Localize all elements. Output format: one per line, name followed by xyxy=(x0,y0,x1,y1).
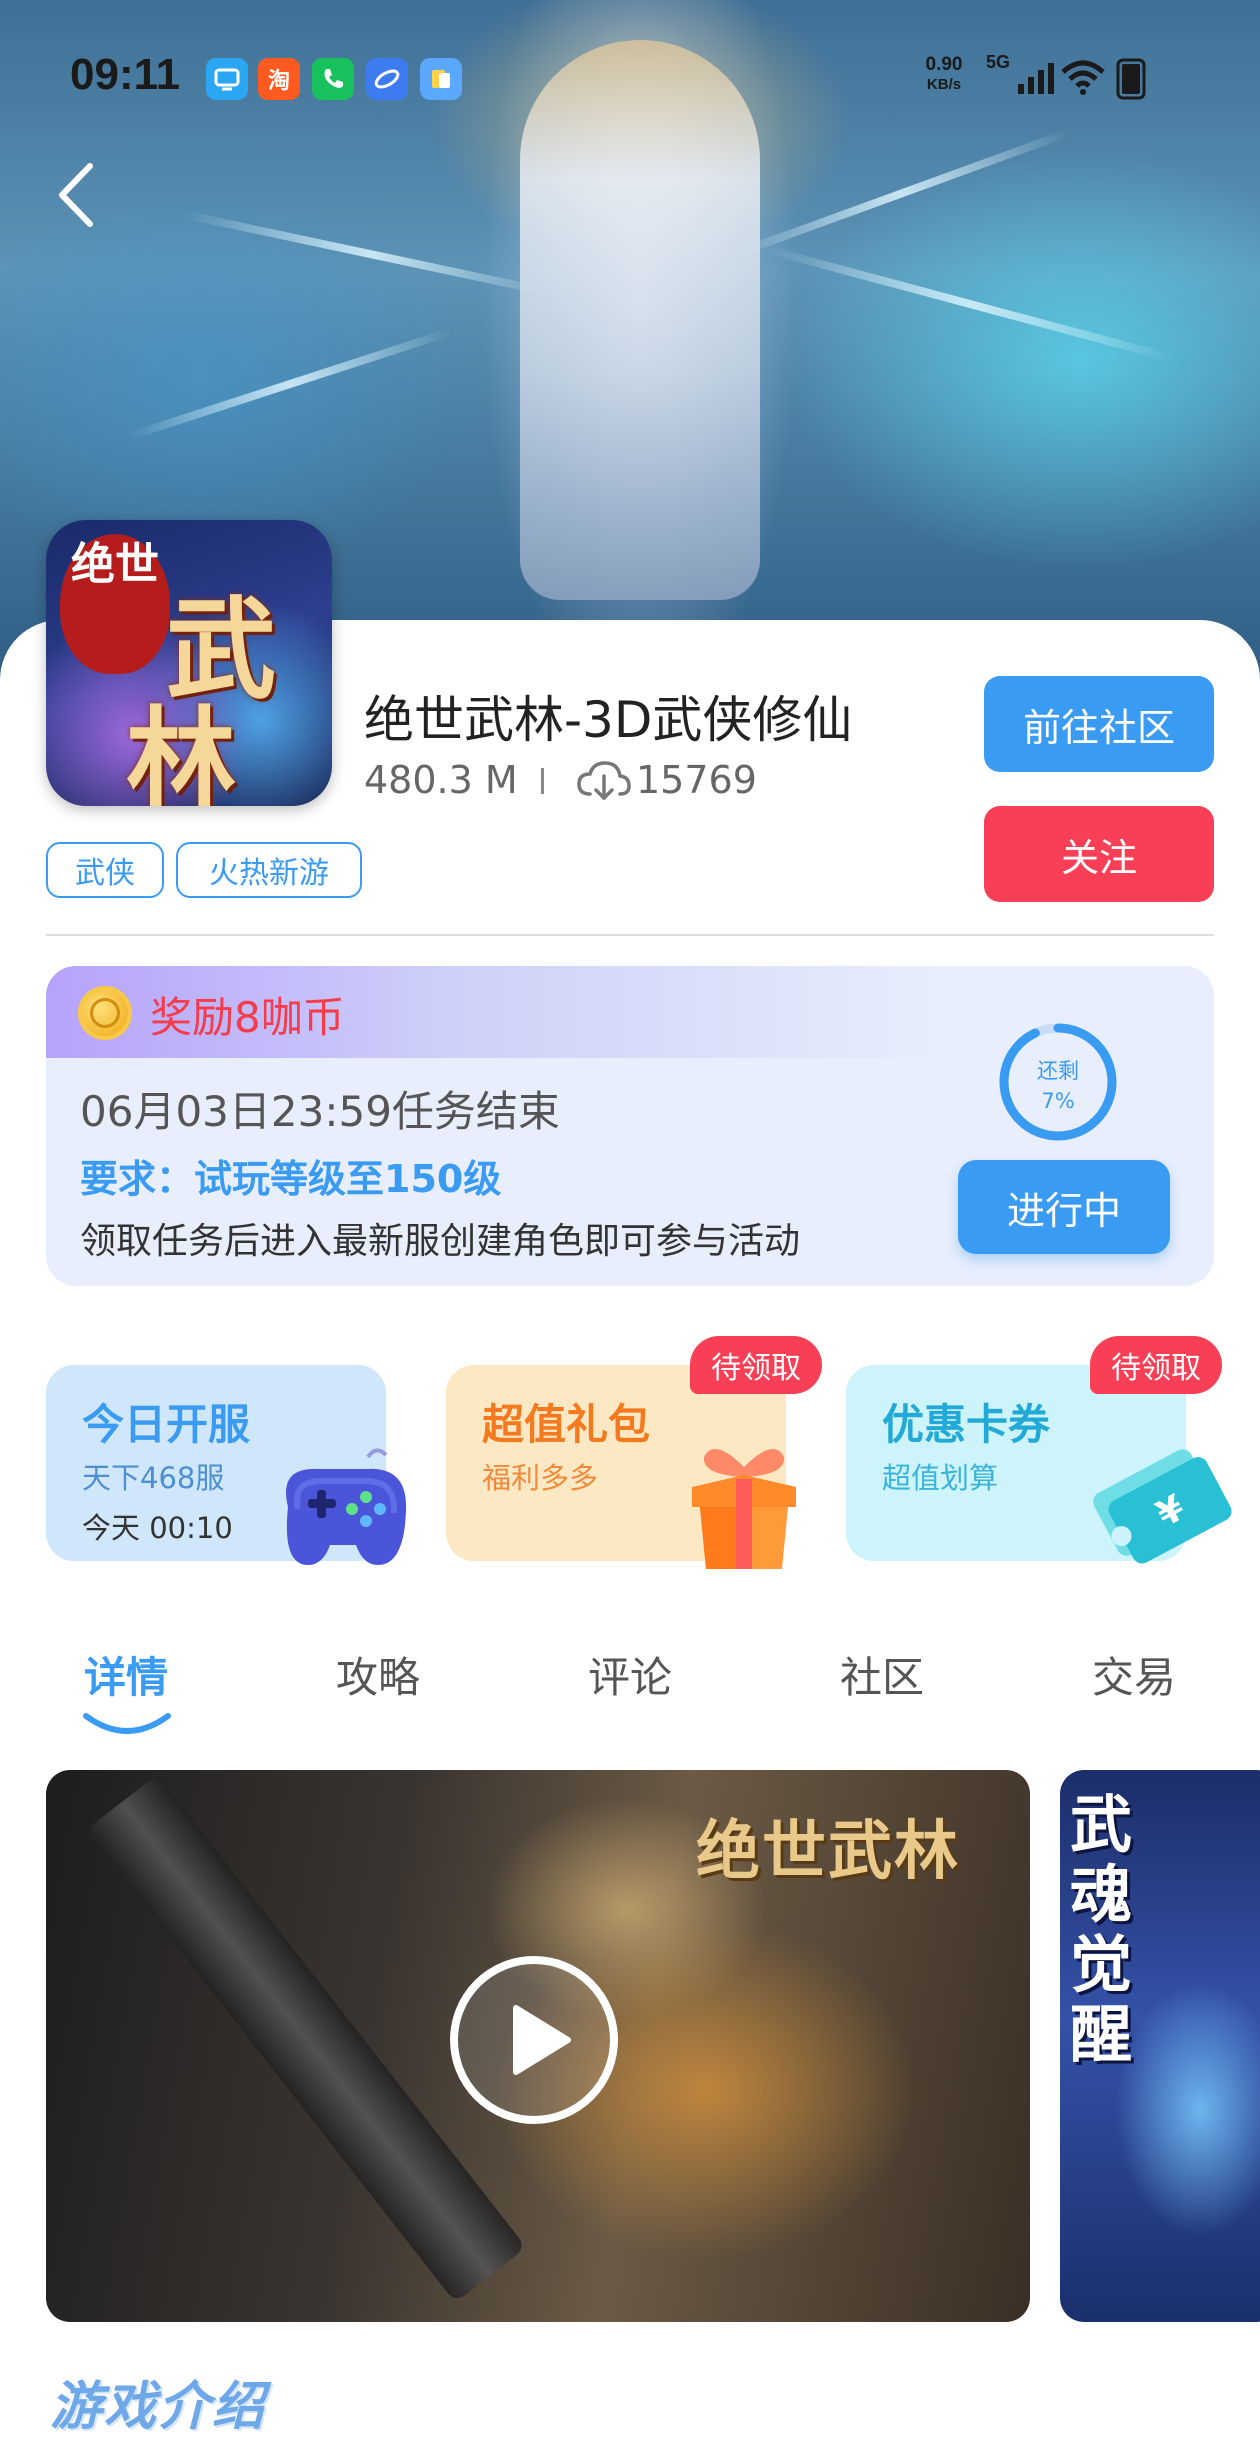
game-title: 绝世武林-3D武侠修仙 xyxy=(364,691,853,749)
wifi-icon xyxy=(1061,60,1105,95)
game-icon-seal: 绝世 xyxy=(60,534,170,674)
active-tab-indicator xyxy=(83,1713,171,1734)
hero-character xyxy=(520,40,760,600)
remaining-label: 还剩 xyxy=(1037,1059,1079,1083)
hero-decoration xyxy=(127,327,453,441)
status-time: 09:11 xyxy=(70,50,181,99)
gift-pack-badge: 待领取 xyxy=(690,1336,822,1394)
tab-community[interactable]: 社区 xyxy=(802,1644,962,1705)
hero-decoration xyxy=(729,128,1071,260)
task-status-button[interactable]: 进行中 xyxy=(958,1160,1170,1254)
coupon-badge: 待领取 xyxy=(1090,1336,1222,1394)
ticket-icon: ¥ xyxy=(1093,1449,1232,1564)
tab-comments[interactable]: 评论 xyxy=(550,1644,710,1705)
net-speed-unit: KB/s xyxy=(926,76,962,93)
follow-button[interactable]: 关注 xyxy=(984,806,1214,902)
divider xyxy=(46,934,1214,936)
today-servers-time: 今天 00:10 xyxy=(82,1511,233,1545)
gift-pack-subtitle: 福利多多 xyxy=(482,1461,599,1495)
gamepad-icon xyxy=(286,1448,407,1565)
tab-details[interactable]: 详情 xyxy=(46,1644,206,1705)
coupon-title: 优惠卡券 xyxy=(882,1400,1051,1449)
cloud-download-icon xyxy=(577,761,631,800)
hero-decoration xyxy=(766,245,1174,363)
taobao-label: 淘 xyxy=(267,69,290,94)
tab-trade[interactable]: 交易 xyxy=(1054,1644,1214,1705)
download-count: 15769 xyxy=(636,758,757,802)
network-type: 5G xyxy=(986,52,1011,72)
tag-hot-new[interactable]: 火热新游 xyxy=(176,842,362,898)
back-icon[interactable] xyxy=(52,160,112,230)
gift-pack-title: 超值礼包 xyxy=(482,1400,651,1449)
tv-app-icon xyxy=(206,58,248,100)
screenshot-art-title: 武魂觉醒 xyxy=(1070,1788,1133,2071)
phone-app-icon xyxy=(312,58,354,100)
screenshot-thumbnail[interactable]: 武魂觉醒 xyxy=(1060,1770,1260,2322)
tag-wuxia[interactable]: 武侠 xyxy=(46,842,164,898)
section-title: 游戏介绍 xyxy=(50,2377,267,2437)
battery-icon xyxy=(1116,58,1146,100)
today-servers-card[interactable]: 今日开服 天下468服 今天 00:10 xyxy=(46,1365,407,1565)
game-icon-text-2: 林 xyxy=(126,695,236,806)
gift-box-icon xyxy=(692,1449,796,1569)
go-to-community-button[interactable]: 前往社区 xyxy=(984,676,1214,772)
gift-pack-card[interactable]: 超值礼包 福利多多 待领取 xyxy=(446,1336,822,1569)
play-icon[interactable] xyxy=(448,1954,620,2126)
game-icon: 绝世 武 林 xyxy=(46,520,332,806)
video-art-title: 绝世武林 xyxy=(696,1814,960,1889)
game-size: 480.3 M xyxy=(364,758,518,802)
coupon-card[interactable]: 优惠卡券 超值划算 待领取 ¥ xyxy=(846,1336,1232,1564)
remaining-label-group: 还剩 7% xyxy=(996,1056,1120,1116)
coin-icon xyxy=(78,986,132,1040)
reward-title: 奖励8咖币 xyxy=(150,993,345,1042)
coupon-subtitle: 超值划算 xyxy=(882,1461,999,1495)
hero-decoration xyxy=(183,210,557,298)
today-servers-subtitle: 天下468服 xyxy=(82,1461,225,1495)
remaining-percent: 7% xyxy=(1041,1089,1075,1113)
browser-icon xyxy=(366,58,408,100)
tab-guides[interactable]: 攻略 xyxy=(298,1644,458,1705)
stat-separator xyxy=(541,768,544,794)
net-speed-value: 0.90 xyxy=(925,54,963,75)
task-description: 领取任务后进入最新服创建角色即可参与活动 xyxy=(80,1221,801,1262)
video-thumbnail[interactable]: 绝世武林 xyxy=(46,1770,1030,2322)
task-deadline: 06月03日23:59任务结束 xyxy=(80,1087,560,1136)
reward-task-panel: 奖励8咖币 06月03日23:59任务结束 要求：试玩等级至150级 领取任务后… xyxy=(46,966,1214,1286)
today-servers-title: 今日开服 xyxy=(82,1400,251,1449)
network-speed: 0.90 KB/s xyxy=(918,54,970,94)
signal-icon xyxy=(1018,63,1054,94)
taobao-icon: 淘 xyxy=(258,58,300,100)
files-icon xyxy=(420,58,462,100)
task-requirement: 要求：试玩等级至150级 xyxy=(80,1157,502,1201)
